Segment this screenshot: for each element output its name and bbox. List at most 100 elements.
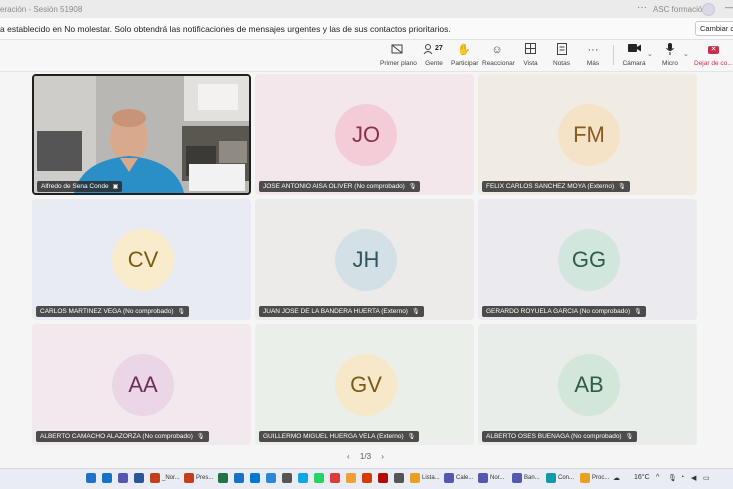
camera-button[interactable]: Cámara	[622, 43, 646, 67]
taskbar-app-icon[interactable]	[218, 473, 228, 485]
taskbar-app-icon[interactable]	[346, 473, 356, 485]
app-icon	[134, 473, 144, 483]
participant-name: ALBERTO OSES BUENAGA (No comprobado) 🎙	[482, 431, 638, 442]
microphone-label: Micro	[662, 60, 678, 67]
participant-tile[interactable]: GV GUILLERMO MIGUEL HUERGA VELA (Externo…	[255, 324, 474, 445]
avatar: JO	[335, 104, 397, 166]
windows-taskbar: _Nor... Pres... Lista... Cale... Nor... Ban..…	[0, 468, 733, 489]
app-icon	[282, 473, 292, 483]
change-status-button[interactable]: Cambiar co	[695, 21, 733, 36]
microphone-icon: 🎙	[634, 309, 642, 315]
meeting-toolbar: Primer plano 27 Gente ✋ Participar ☺ Rea…	[0, 40, 733, 72]
taskbar-app-icon[interactable]	[266, 473, 276, 485]
notes-button[interactable]: Notas	[553, 43, 570, 67]
reaction-button[interactable]: ☺ Reaccionar	[482, 43, 515, 67]
taskbar-app-icon[interactable]: Con...	[546, 473, 574, 485]
avatar: AB	[558, 354, 620, 416]
people-button[interactable]: 27 Gente	[423, 43, 445, 67]
microphone-icon: 🎙	[411, 309, 420, 315]
app-icon	[250, 473, 260, 483]
spotlight-button[interactable]: Primer plano	[380, 43, 417, 67]
camera-label: Cámara	[622, 60, 646, 67]
more-options-icon[interactable]: ···	[637, 2, 647, 13]
taskbar-app-icon[interactable]	[134, 473, 144, 485]
battery-icon[interactable]: ▭	[703, 474, 710, 482]
weather-icon[interactable]: ☁	[613, 474, 620, 482]
participant-tile[interactable]: CV CARLOS MARTINEZ VEGA (No comprobado) 🎙	[32, 199, 251, 320]
spotlight-label: Primer plano	[380, 60, 417, 67]
taskbar-app-icon[interactable]	[362, 473, 372, 485]
app-icon	[150, 473, 160, 483]
taskbar-app-icon[interactable]	[314, 473, 324, 485]
participant-tile-video[interactable]: Alfredo de Sena Conde ▣	[32, 74, 251, 195]
taskbar-app-icon[interactable]: Proc...	[580, 473, 609, 485]
app-icon	[86, 473, 96, 483]
toolbar-divider	[613, 45, 614, 65]
people-label: Gente	[425, 60, 443, 67]
taskbar-app-label: Proc...	[592, 475, 610, 481]
taskbar-app-icon[interactable]	[86, 473, 96, 485]
taskbar-app-icon[interactable]: Nor...	[478, 473, 504, 485]
microphone-icon: 🎙	[177, 309, 186, 315]
taskbar-app-label: Lista...	[422, 475, 440, 481]
app-icon	[298, 473, 308, 483]
volume-icon[interactable]: ◀	[691, 474, 696, 482]
participant-tile[interactable]: FM FELIX CARLOS SANCHEZ MOYA (Externo) 🎙	[478, 74, 697, 195]
leave-label: Dejar de co...	[694, 60, 733, 67]
do-not-disturb-message: a establecido en No molestar. Solo obten…	[0, 24, 451, 34]
app-icon	[394, 473, 404, 483]
app-icon	[346, 473, 356, 483]
taskbar-app-icon[interactable]: Cale...	[444, 473, 473, 485]
taskbar-app-icon[interactable]: Ban...	[512, 473, 540, 485]
taskbar-app-label: Nor...	[490, 475, 505, 481]
taskbar-app-icon[interactable]	[298, 473, 308, 485]
taskbar-app-icon[interactable]	[330, 473, 340, 485]
more-button[interactable]: ··· Más	[585, 43, 601, 67]
taskbar-app-icon[interactable]	[234, 473, 244, 485]
window-title-bar: eración - Sesión 51908 ··· ASC formación…	[0, 0, 733, 18]
microphone-icon: 🎙	[625, 434, 634, 440]
avatar: CV	[112, 229, 174, 291]
participant-name: FELIX CARLOS SANCHEZ MOYA (Externo) 🎙	[482, 181, 630, 192]
minimize-button[interactable]: —	[725, 2, 733, 12]
microphone-options-chevron-icon[interactable]: ⌄	[683, 50, 689, 58]
microphone-tray-icon[interactable]: 🎙	[668, 474, 677, 482]
app-icon	[118, 473, 128, 483]
raise-hand-button[interactable]: ✋ Participar	[451, 43, 478, 67]
participant-tile[interactable]: JO JOSE ANTONIO AISA OLIVER (No comproba…	[255, 74, 474, 195]
view-button[interactable]: Vista	[522, 43, 539, 67]
participant-tile[interactable]: JH JUAN JOSE DE LA BANDERA HUERTA (Exter…	[255, 199, 474, 320]
microphone-button[interactable]: Micro	[659, 43, 681, 67]
app-icon	[102, 473, 112, 483]
app-icon	[362, 473, 372, 483]
temperature: 16°C	[634, 474, 650, 481]
raise-hand-icon: ✋	[457, 44, 471, 56]
previous-page-button[interactable]: ‹	[347, 452, 350, 461]
participant-tile[interactable]: AB ALBERTO OSES BUENAGA (No comprobado) 🎙	[478, 324, 697, 445]
organization-avatar[interactable]	[702, 3, 715, 16]
taskbar-app-icon[interactable]	[282, 473, 292, 485]
camera-icon	[622, 43, 646, 57]
system-tray-chevron-icon[interactable]: ^	[656, 474, 659, 481]
taskbar-app-icon[interactable]	[102, 473, 112, 485]
network-icon[interactable]: ◔	[680, 474, 684, 481]
microphone-icon: 🎙	[407, 434, 416, 440]
app-icon	[218, 473, 228, 483]
participant-name: Alfredo de Sena Conde ▣	[37, 181, 123, 192]
taskbar-app-icon[interactable]: Pres...	[184, 473, 213, 485]
avatar: FM	[558, 104, 620, 166]
microphone-icon: 🎙	[196, 434, 205, 440]
app-icon	[478, 473, 488, 483]
next-page-button[interactable]: ›	[381, 452, 384, 461]
taskbar-app-icon[interactable]	[250, 473, 260, 485]
participant-tile[interactable]: GG GERARDO ROYUELA GARCIA (No comprobado…	[478, 199, 697, 320]
camera-options-chevron-icon[interactable]: ⌄	[647, 50, 653, 58]
taskbar-app-icon[interactable]: _Nor...	[150, 473, 180, 485]
app-icon	[184, 473, 194, 483]
taskbar-app-icon[interactable]	[394, 473, 404, 485]
participant-tile[interactable]: AA ALBERTO CAMACHO ALAZORZA (No comproba…	[32, 324, 251, 445]
taskbar-app-icon[interactable]	[378, 473, 388, 485]
taskbar-app-icon[interactable]	[118, 473, 128, 485]
microphone-icon: 🎙	[618, 184, 626, 190]
taskbar-app-icon[interactable]: Lista...	[410, 473, 440, 485]
